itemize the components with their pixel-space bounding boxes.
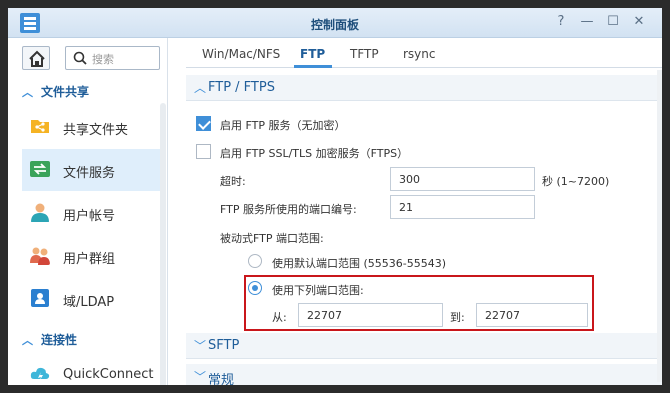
maximize-button[interactable]: ☐ xyxy=(605,14,621,30)
timeout-unit: 秒 (1~7200) xyxy=(542,175,610,188)
port-label: FTP 服务所使用的端口编号: xyxy=(220,203,357,216)
from-port-input[interactable]: 22707 xyxy=(298,303,443,327)
chevron-down-icon: ﹀ xyxy=(194,370,207,384)
search-placeholder: 搜索 xyxy=(92,53,114,66)
from-label: 从: xyxy=(272,311,287,324)
sidebar-scrollbar[interactable] xyxy=(160,103,166,385)
chevron-down-icon: ﹀ xyxy=(194,339,207,353)
tab-rsync[interactable]: rsync xyxy=(403,47,436,61)
enable-ftps-checkbox[interactable] xyxy=(196,144,211,159)
section-connectivity[interactable]: ︿ 连接性 xyxy=(22,331,77,348)
control-panel-window: 控制面板 ? — ☐ ✕ 搜索 ︿ 文件共享 共享文件夹 文件服务 用户帐号 用… xyxy=(8,8,662,385)
content-scrollbar[interactable] xyxy=(657,70,662,382)
port-input[interactable]: 21 xyxy=(390,195,535,219)
help-icon[interactable]: ? xyxy=(553,14,569,30)
quickconnect-icon xyxy=(30,367,50,380)
timeout-label: 超时: xyxy=(220,175,246,188)
minimize-button[interactable]: — xyxy=(579,14,595,30)
chevron-up-icon: ︿ xyxy=(22,86,33,99)
enable-ftp-checkbox[interactable] xyxy=(196,116,211,131)
tab-ftp[interactable]: FTP xyxy=(300,47,325,61)
domain-ldap-icon xyxy=(31,289,49,307)
sidebar-item-domain-ldap[interactable]: 域/LDAP xyxy=(22,278,166,320)
sidebar-item-shared-folder[interactable]: 共享文件夹 xyxy=(22,106,166,148)
user-icon xyxy=(31,203,49,222)
tab-tftp[interactable]: TFTP xyxy=(350,47,379,61)
custom-range-label: 使用下列端口范围: xyxy=(272,284,364,297)
chevron-up-icon: ︿ xyxy=(194,81,207,95)
title-bar: 控制面板 ? — ☐ ✕ xyxy=(8,8,662,38)
file-services-icon xyxy=(30,161,50,177)
tab-bar: Win/Mac/NFS FTP TFTP rsync xyxy=(186,38,662,68)
section-file-sharing[interactable]: ︿ 文件共享 xyxy=(22,83,89,100)
passive-range-label: 被动式FTP 端口范围: xyxy=(220,232,324,245)
chevron-up-icon: ︿ xyxy=(22,334,33,347)
close-button[interactable]: ✕ xyxy=(631,14,647,30)
to-port-input[interactable]: 22707 xyxy=(476,303,588,327)
custom-range-radio[interactable] xyxy=(248,281,262,295)
sidebar-item-quickconnect[interactable]: QuickConnect xyxy=(22,354,166,385)
section-sftp[interactable]: ﹀ SFTP xyxy=(186,333,662,359)
tab-win-mac-nfs[interactable]: Win/Mac/NFS xyxy=(202,47,280,61)
ftp-settings-panel: ︿ FTP / FTPS 启用 FTP 服务（无加密） 启用 FTP SSL/T… xyxy=(186,69,662,385)
shared-folder-icon xyxy=(31,120,49,133)
group-icon xyxy=(30,247,50,265)
to-label: 到: xyxy=(450,311,465,324)
enable-ftps-label: 启用 FTP SSL/TLS 加密服务（FTPS） xyxy=(220,147,409,160)
home-icon xyxy=(29,50,45,67)
home-button[interactable] xyxy=(22,46,50,70)
active-tab-indicator xyxy=(294,65,332,68)
sidebar-item-user[interactable]: 用户帐号 xyxy=(22,192,166,234)
default-range-label: 使用默认端口范围 (55536-55543) xyxy=(272,257,447,270)
sidebar: 搜索 ︿ 文件共享 共享文件夹 文件服务 用户帐号 用户群组 域/LDAP ︿ … xyxy=(8,38,168,385)
default-range-radio[interactable] xyxy=(248,254,262,268)
search-icon xyxy=(73,51,87,65)
timeout-input[interactable]: 300 xyxy=(390,167,535,191)
enable-ftp-label: 启用 FTP 服务（无加密） xyxy=(220,119,346,132)
sidebar-item-group[interactable]: 用户群组 xyxy=(22,235,166,277)
section-ftp-ftps[interactable]: ︿ FTP / FTPS xyxy=(186,75,662,101)
section-general[interactable]: ﹀ 常规 xyxy=(186,364,662,385)
search-input[interactable]: 搜索 xyxy=(65,46,160,70)
sidebar-item-file-services[interactable]: 文件服务 xyxy=(22,149,166,191)
